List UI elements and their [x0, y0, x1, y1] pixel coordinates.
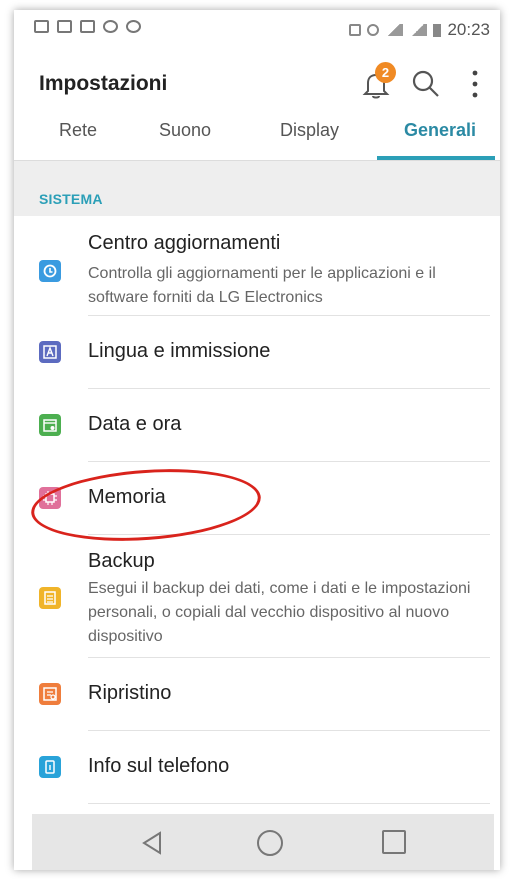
settings-item-language[interactable]: Lingua e immissione — [14, 316, 500, 389]
item-description: Esegui il backup dei dati, come i dati e… — [88, 580, 471, 645]
item-label: Data e ora — [88, 413, 182, 435]
gallery-icon — [34, 20, 49, 33]
settings-item-reset[interactable]: Ripristino — [14, 658, 500, 731]
reset-icon — [39, 683, 61, 705]
app-bar: Impostazioni 2 — [14, 50, 500, 112]
navigation-bar — [32, 814, 494, 870]
phone-info-icon — [39, 756, 61, 778]
nfc-icon — [349, 24, 362, 36]
section-header: SISTEMA — [14, 161, 500, 216]
page-title: Impostazioni — [39, 72, 168, 95]
item-label: Centro aggiornamenti — [88, 232, 281, 254]
bug-icon — [126, 20, 141, 33]
more-options-icon[interactable] — [467, 69, 483, 99]
message-icon — [57, 20, 72, 33]
recent-apps-icon[interactable] — [382, 830, 406, 854]
item-label: Backup — [88, 550, 155, 572]
settings-item-backup[interactable]: Backup Esegui il backup dei dati, come i… — [14, 535, 500, 658]
status-bar: 20:23 — [14, 10, 500, 50]
notification-badge: 2 — [375, 62, 396, 83]
settings-item-phone-info[interactable]: Info sul telefono — [14, 731, 500, 804]
calendar-icon — [39, 414, 61, 436]
item-label: Ripristino — [88, 682, 172, 704]
item-description: Controlla gli aggiornamenti per le appli… — [88, 265, 436, 306]
calendar-notif-icon — [80, 20, 95, 33]
back-icon[interactable] — [139, 830, 165, 856]
settings-item-updates[interactable]: Centro aggiornamenti Controlla gli aggio… — [14, 216, 500, 316]
tab-rete[interactable]: Rete — [59, 120, 97, 141]
whatsapp-icon — [103, 20, 118, 33]
battery-icon — [433, 23, 442, 37]
wifi-icon — [385, 24, 404, 36]
divider — [88, 803, 490, 804]
status-time: 20:23 — [447, 20, 490, 39]
settings-item-date-time[interactable]: Data e ora — [14, 389, 500, 462]
notification-icons — [34, 20, 141, 33]
backup-icon — [39, 587, 61, 609]
search-icon[interactable] — [411, 69, 441, 99]
alarm-icon — [367, 24, 380, 36]
tab-generali[interactable]: Generali — [404, 120, 476, 141]
active-tab-indicator — [377, 156, 495, 160]
tab-display[interactable]: Display — [280, 120, 339, 141]
item-label: Lingua e immissione — [88, 340, 271, 362]
signal-icon — [409, 24, 428, 36]
tab-bar: Rete Suono Display Generali — [14, 112, 500, 161]
update-icon — [39, 260, 61, 282]
item-label: Info sul telefono — [88, 755, 230, 777]
home-icon[interactable] — [257, 830, 283, 856]
phone-screen: 20:23 Impostazioni 2 Rete Suono Display … — [14, 10, 500, 870]
language-icon — [39, 341, 61, 363]
system-icons: 20:23 — [349, 20, 490, 40]
section-label: SISTEMA — [39, 191, 103, 207]
tab-suono[interactable]: Suono — [159, 120, 211, 141]
